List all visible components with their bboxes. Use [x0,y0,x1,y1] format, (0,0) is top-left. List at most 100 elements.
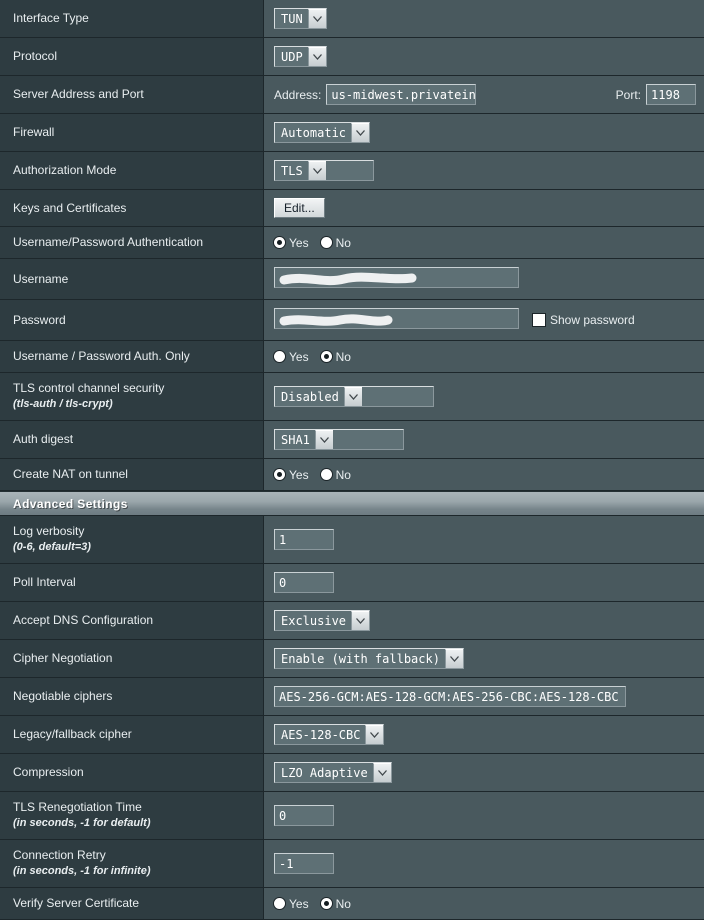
radio-label: Yes [289,467,309,482]
radio-label: No [335,235,351,250]
label-tls-renegotiation-time: TLS Renegotiation Time [13,800,142,814]
label-compression: Compression [13,765,84,779]
chevron-down-icon[interactable] [307,161,326,180]
radio-username-password-authentication-no[interactable]: No [320,235,351,250]
label-cell-log-verbosity: Log verbosity (0-6, default=3) [0,516,264,563]
radio-dot [274,469,285,480]
radio-verify-server-certificate-no[interactable]: No [320,896,351,911]
input-log-verbosity[interactable]: 1 [274,529,334,550]
chevron-down-icon[interactable] [307,9,326,28]
label-accept-dns-configuration: Accept DNS Configuration [13,613,154,627]
label-username-password-authentication: Username/Password Authentication [13,235,204,249]
row-firewall: Firewall Automatic [0,114,704,152]
address-input[interactable]: us-midwest.privateinternetaccess.c [326,84,477,105]
radio-label: Yes [289,896,309,911]
row-tls-renegotiation-time: TLS Renegotiation Time (in seconds, -1 fo… [0,792,704,840]
label-cell-username-password-auth-only: Username / Password Auth. Only [0,341,264,372]
value-cell-verify-server-certificate: Yes No [264,888,704,919]
port-input[interactable]: 1198 [646,84,697,105]
chevron-down-icon[interactable] [351,611,370,630]
openvpn-client-settings-form: Interface Type TUN Protocol UDP Server Addre… [0,0,704,920]
label-password: Password [13,312,66,327]
select-value-accept-dns-configuration: Exclusive [281,613,347,628]
label-log-verbosity: Log verbosity [13,524,85,538]
radio-label: Yes [289,235,309,250]
row-connection-retry: Connection Retry (in seconds, -1 for infi… [0,840,704,888]
chevron-down-icon[interactable] [307,47,326,66]
value-cell-interface-type: TUN [264,0,704,37]
select-value-firewall: Automatic [281,125,347,140]
label-cell-firewall: Firewall [0,114,264,151]
label-cell-protocol: Protocol [0,38,264,75]
label-username: Username [13,271,69,286]
chevron-down-icon[interactable] [372,763,391,782]
radio-verify-server-certificate-yes[interactable]: Yes [274,897,309,911]
select-accept-dns-configuration[interactable]: Exclusive [274,610,371,631]
label-verify-server-certificate: Verify Server Certificate [13,896,140,910]
select-firewall[interactable]: Automatic [274,122,371,143]
chevron-down-icon[interactable] [365,725,384,744]
radio-group-username-password-authentication: Yes No [274,236,351,250]
row-cipher-negotiation: Cipher Negotiation Enable (with fallback) [0,640,704,678]
label-cell-interface-type: Interface Type [0,0,264,37]
radio-group-verify-server-certificate: Yes No [274,897,351,911]
value-cell-tls-control-channel-security: Disabled [264,373,704,420]
select-legacy-fallback-cipher[interactable]: AES-128-CBC [274,724,385,745]
input-password[interactable] [274,308,519,329]
radio-group-username-password-auth-only: Yes No [274,350,351,364]
input-poll-interval[interactable]: 0 [274,572,334,593]
value-cell-username [264,259,704,299]
select-compression[interactable]: LZO Adaptive [274,762,392,783]
label-authorization-mode: Authorization Mode [13,163,117,177]
radio-dot [274,351,285,362]
value-cell-poll-interval: 0 [264,564,704,601]
radio-create-nat-on-tunnel-yes[interactable]: Yes [274,468,309,482]
chevron-down-icon[interactable] [314,430,333,449]
label-cell-authorization-mode: Authorization Mode [0,152,264,189]
row-tls-control-channel-security: TLS control channel security (tls-auth / … [0,373,704,421]
select-authorization-mode[interactable]: TLS [274,160,374,181]
value-cell-auth-digest: SHA1 [264,421,704,458]
radio-username-password-auth-only-no[interactable]: No [320,350,351,364]
label-server-address-port: Server Address and Port [13,87,144,101]
label-cell-tls-control-channel-security: TLS control channel security (tls-auth / … [0,373,264,420]
value-cell-keys-and-certificates: Edit... [264,190,704,226]
sublabel-tls-control-channel-security: (tls-auth / tls-crypt) [13,398,113,410]
section-title: Advanced Settings [13,496,128,511]
label-cell-server-address-port: Server Address and Port [0,76,264,113]
radio-create-nat-on-tunnel-no[interactable]: No [320,468,351,482]
value-cell-username-password-auth-only: Yes No [264,341,704,372]
row-verify-server-certificate: Verify Server Certificate Yes No [0,888,704,920]
value-cell-server-address-port: Address: us-midwest.privateinternetaccess… [264,76,704,113]
input-negotiable-ciphers[interactable]: AES-256-GCM:AES-128-GCM:AES-256-CBC:AES-… [274,686,626,707]
input-connection-retry[interactable]: -1 [274,853,334,874]
edit-keys-button[interactable]: Edit... [274,198,325,218]
radio-dot [274,237,285,248]
select-protocol[interactable]: UDP [274,46,327,67]
chevron-down-icon[interactable] [444,649,463,668]
chevron-down-icon[interactable] [351,123,370,142]
select-auth-digest[interactable]: SHA1 [274,429,404,450]
value-cell-create-nat-on-tunnel: Yes No [264,459,704,490]
chevron-down-icon[interactable] [343,387,362,406]
label-cell-tls-renegotiation-time: TLS Renegotiation Time (in seconds, -1 fo… [0,792,264,839]
radio-dot [320,898,332,909]
checkbox-password[interactable]: Show password [533,313,635,327]
select-value-tls-control-channel-security: Disabled [281,389,339,404]
radio-username-password-auth-only-yes[interactable]: Yes [274,350,309,364]
select-interface-type[interactable]: TUN [274,8,327,29]
label-cell-accept-dns-configuration: Accept DNS Configuration [0,602,264,639]
radio-label: No [335,896,351,911]
label-poll-interval: Poll Interval [13,575,76,589]
label-create-nat-on-tunnel: Create NAT on tunnel [13,467,128,481]
checkbox-box[interactable] [533,314,545,326]
input-username[interactable] [274,267,519,288]
select-value-authorization-mode: TLS [281,163,303,178]
select-cipher-negotiation[interactable]: Enable (with fallback) [274,648,464,669]
input-tls-renegotiation-time[interactable]: 0 [274,805,334,826]
value-cell-tls-renegotiation-time: 0 [264,792,704,839]
radio-username-password-authentication-yes[interactable]: Yes [274,236,309,250]
label-cell-negotiable-ciphers: Negotiable ciphers [0,678,264,715]
select-tls-control-channel-security[interactable]: Disabled [274,386,434,407]
label-cipher-negotiation: Cipher Negotiation [13,651,113,665]
